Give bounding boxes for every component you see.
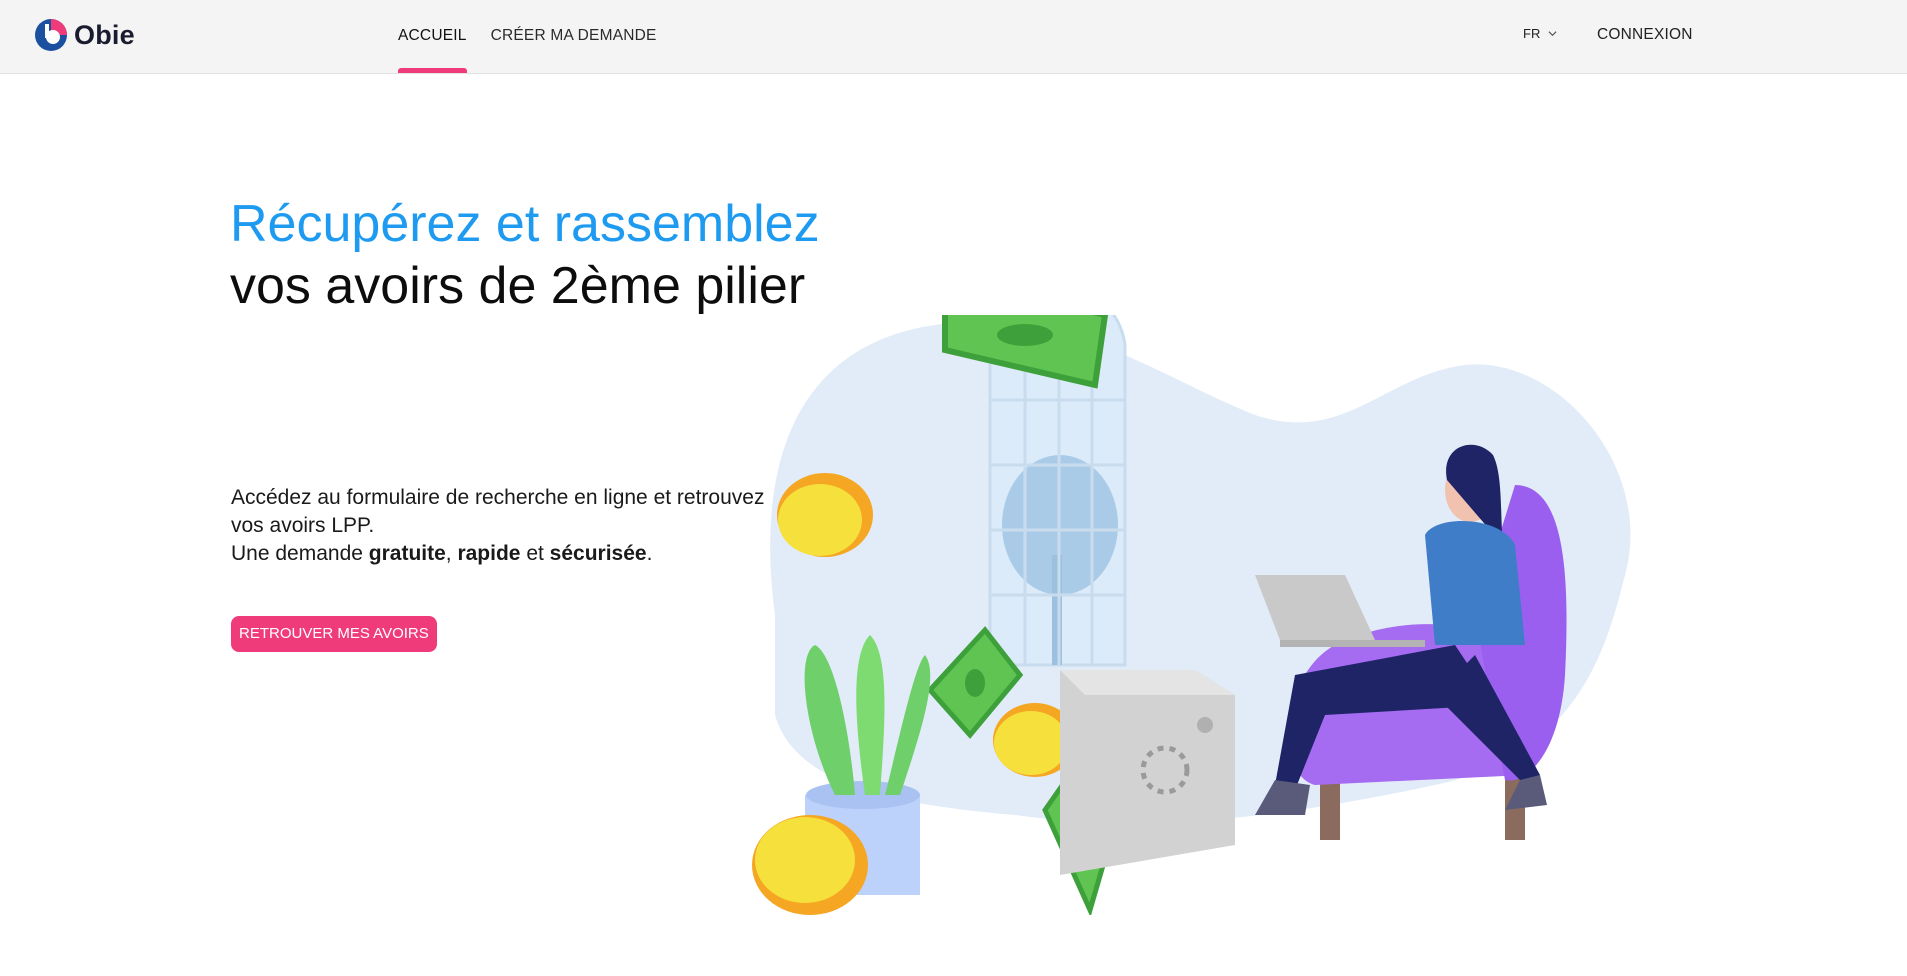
hero-description: Accédez au formulaire de recherche en li…	[231, 484, 791, 568]
obie-logo-icon	[35, 19, 67, 51]
hero-illustration	[752, 315, 1631, 915]
coin-illustration-3	[752, 815, 868, 915]
nav-item-accueil[interactable]: ACCUEIL	[398, 0, 467, 73]
hero-description-line-2: Une demande gratuite, rapide et sécurisé…	[231, 540, 791, 568]
description-suffix: .	[646, 542, 653, 565]
hero-title-line-2: vos avoirs de 2ème pilier	[230, 257, 806, 315]
separator-2: et	[520, 542, 550, 565]
login-link[interactable]: CONNEXION	[1597, 26, 1693, 44]
emphasis-rapide: rapide	[457, 542, 521, 565]
safe-illustration	[1060, 670, 1235, 875]
emphasis-gratuite: gratuite	[368, 542, 446, 565]
hero-title-line-1: Récupérez et rassemblez	[230, 195, 820, 253]
language-label: FR	[1523, 26, 1541, 41]
description-prefix: Une demande	[231, 542, 369, 565]
chevron-down-icon	[1548, 31, 1557, 37]
hero-title: Récupérez et rassemblez vos avoirs de 2è…	[230, 193, 820, 317]
coin-illustration	[777, 473, 873, 557]
nav-item-creer-ma-demande[interactable]: CRÉER MA DEMANDE	[491, 0, 657, 73]
top-navigation-bar: Obie ACCUEIL CRÉER MA DEMANDE FR CONNEXI…	[0, 0, 1907, 74]
emphasis-securisee: sécurisée	[549, 542, 647, 565]
language-selector[interactable]: FR	[1523, 26, 1557, 41]
hero-description-line-1: Accédez au formulaire de recherche en li…	[231, 486, 765, 537]
retrouver-mes-avoirs-button[interactable]: RETROUVER MES AVOIRS	[231, 616, 437, 652]
separator-1: ,	[445, 542, 458, 565]
logo[interactable]: Obie	[34, 18, 135, 52]
logo-text: Obie	[74, 19, 135, 50]
main-navigation: ACCUEIL CRÉER MA DEMANDE	[398, 0, 657, 73]
